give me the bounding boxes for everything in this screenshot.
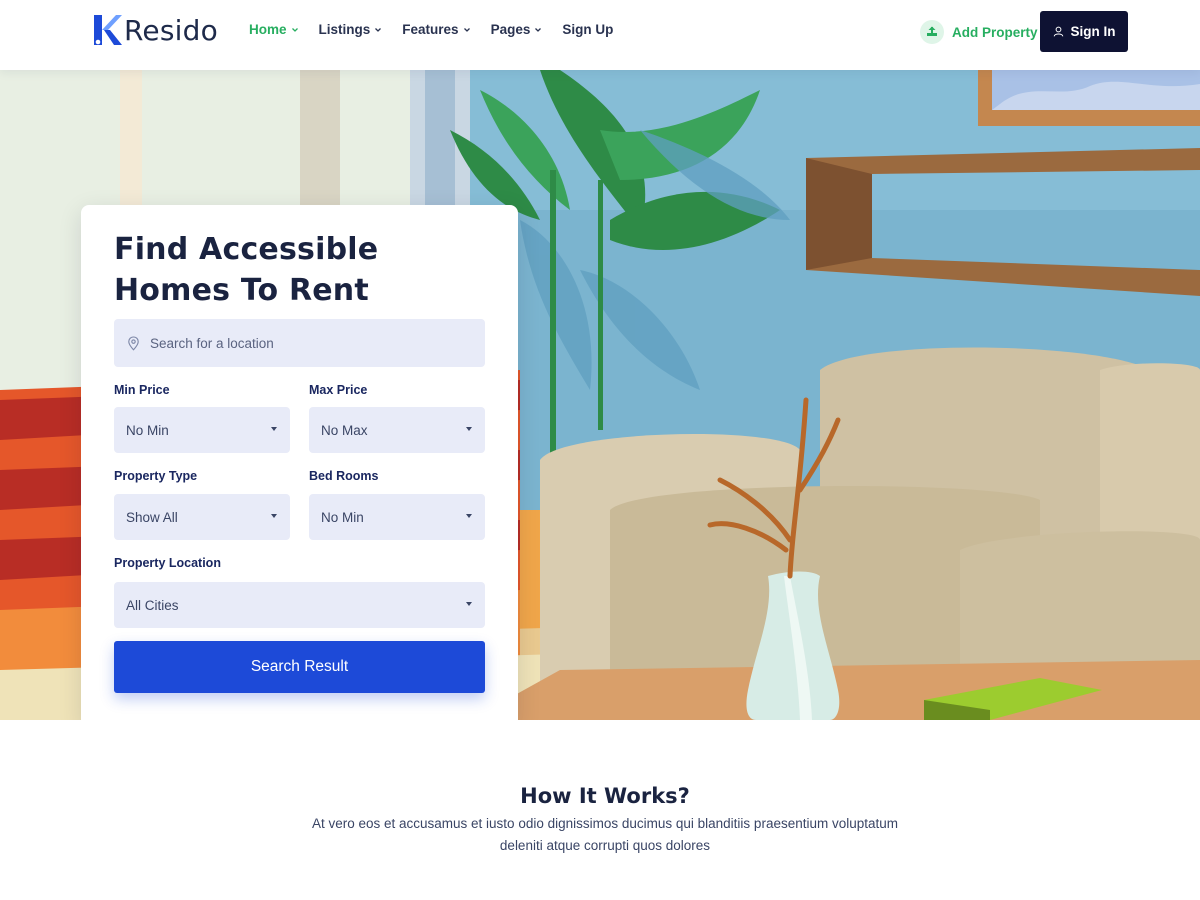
sign-in-label: Sign In — [1070, 24, 1116, 39]
property-location-value: All Cities — [126, 597, 179, 613]
property-location-select[interactable]: All Cities — [114, 582, 485, 628]
how-it-works-title: How It Works? — [520, 784, 690, 808]
caret-down-icon — [466, 602, 472, 606]
nav-item-label: Listings — [318, 22, 371, 37]
bed-rooms-value: No Min — [321, 509, 364, 525]
nav-item-features[interactable]: Features — [402, 22, 470, 37]
site-header: Resido Home Listings Features Pages Sign… — [0, 0, 1200, 70]
resido-logo-mark-icon — [94, 15, 122, 45]
property-type-value: Show All — [126, 509, 178, 525]
max-price-value: No Max — [321, 422, 368, 438]
nav-item-label: Pages — [490, 22, 531, 37]
location-search-input[interactable] — [150, 335, 470, 351]
chevron-down-icon — [463, 28, 470, 32]
property-location-label: Property Location — [114, 556, 221, 570]
min-price-select[interactable]: No Min — [114, 407, 290, 453]
min-price-label: Min Price — [114, 383, 170, 397]
property-type-label: Property Type — [114, 469, 198, 483]
search-card-title: Find Accessible Homes To Rent — [114, 232, 379, 308]
add-property-link[interactable]: Add Property — [920, 20, 1038, 44]
user-icon — [1053, 26, 1063, 37]
hero-section: Find Accessible Homes To Rent Min Price … — [0, 70, 1200, 720]
caret-down-icon — [271, 427, 277, 431]
caret-down-icon — [271, 514, 277, 518]
max-price-label: Max Price — [309, 383, 368, 397]
nav-item-pages[interactable]: Pages — [491, 22, 543, 37]
how-it-works-description: At vero eos et accusamus et iusto odio d… — [311, 816, 899, 853]
sign-in-button[interactable]: Sign In — [1040, 11, 1128, 52]
nav-item-label: Features — [402, 22, 459, 37]
min-price-value: No Min — [126, 422, 169, 438]
property-search-card: Find Accessible Homes To Rent Min Price … — [81, 205, 518, 720]
search-result-label: Search Result — [250, 658, 349, 675]
max-price-select[interactable]: No Max — [309, 407, 485, 453]
map-pin-icon — [128, 335, 139, 351]
bed-rooms-select[interactable]: No Min — [309, 494, 485, 540]
chevron-down-icon — [535, 28, 542, 32]
brand-name: Resido — [124, 13, 218, 47]
nav-item-listings[interactable]: Listings — [319, 22, 383, 37]
chevron-down-icon — [291, 28, 298, 32]
chevron-down-icon — [375, 28, 382, 32]
property-type-select[interactable]: Show All — [114, 494, 290, 540]
upload-home-icon — [920, 20, 944, 44]
caret-down-icon — [466, 427, 472, 431]
brand-logo[interactable]: Resido — [92, 12, 218, 48]
location-search-field[interactable] — [114, 319, 485, 367]
nav-item-label: Sign Up — [562, 22, 614, 37]
nav-item-sign-up[interactable]: Sign Up — [562, 22, 613, 37]
bed-rooms-label: Bed Rooms — [309, 469, 379, 483]
add-property-label: Add Property — [952, 24, 1038, 40]
nav-item-home[interactable]: Home — [249, 22, 299, 37]
main-nav: Home Listings Features Pages Sign Up — [249, 22, 633, 37]
nav-item-label: Home — [249, 22, 287, 37]
caret-down-icon — [466, 514, 472, 518]
search-result-button[interactable]: Search Result — [114, 641, 485, 693]
